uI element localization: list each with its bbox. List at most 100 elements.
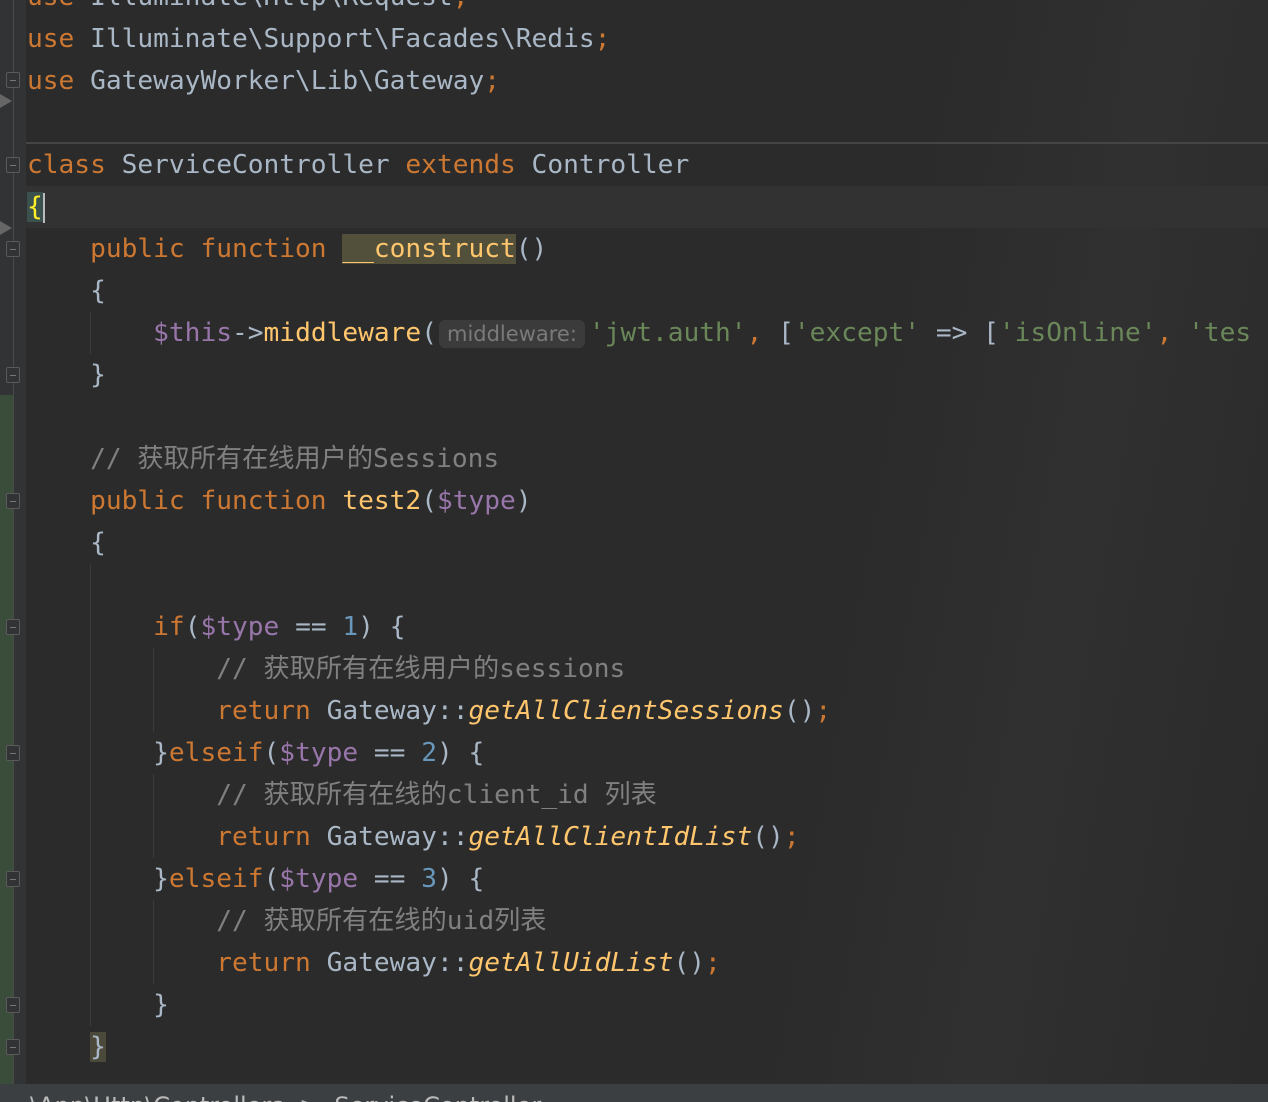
- code-line[interactable]: {: [27, 186, 1251, 228]
- code-token: 'jwt.auth': [588, 318, 747, 348]
- code-token: Gateway::: [326, 822, 469, 852]
- code-token: elseif: [168, 864, 264, 894]
- code-line[interactable]: // 获取所有在线用户的sessions: [27, 648, 1251, 690]
- code-line[interactable]: use GatewayWorker\Lib\Gateway;: [27, 60, 1251, 102]
- code-line[interactable]: return Gateway::getAllClientIdList();: [27, 816, 1251, 858]
- fold-icon[interactable]: [6, 619, 20, 635]
- code-token: public function: [90, 234, 343, 264]
- fold-icon[interactable]: [6, 493, 20, 509]
- code-token: {: [27, 192, 43, 222]
- code-token: // 获取所有在线用户的Sessions: [27, 444, 500, 474]
- code-line[interactable]: [27, 564, 1251, 606]
- fold-icon[interactable]: [6, 157, 20, 173]
- code-line[interactable]: [27, 102, 1251, 144]
- code-token: ==: [358, 864, 422, 894]
- code-token: $type: [200, 612, 280, 642]
- code-token: $type: [279, 738, 359, 768]
- code-lines[interactable]: use Illuminate\Http\Request;use Illumina…: [27, 0, 1251, 1068]
- code-line[interactable]: public function __construct(): [27, 228, 1251, 270]
- code-token: return: [216, 822, 327, 852]
- code-line[interactable]: class ServiceController extends Controll…: [27, 144, 1251, 186]
- code-line[interactable]: {: [27, 270, 1251, 312]
- code-token: ==: [279, 612, 343, 642]
- code-line[interactable]: if($type == 1) {: [27, 606, 1251, 648]
- code-token: (): [783, 696, 816, 726]
- code-token: getAllClientIdList: [468, 822, 753, 852]
- code-token: 3: [421, 864, 437, 894]
- fold-icon[interactable]: [6, 745, 20, 761]
- code-token: GatewayWorker\Lib\Gateway: [90, 66, 485, 96]
- code-token: 1: [342, 612, 359, 642]
- code-line[interactable]: use Illuminate\Support\Facades\Redis;: [27, 18, 1251, 60]
- fold-icon[interactable]: [6, 72, 20, 88]
- code-line[interactable]: }: [27, 984, 1251, 1026]
- code-line[interactable]: return Gateway::getAllClientSessions();: [27, 690, 1251, 732]
- code-token: Illuminate\Support\Facades\Redis: [90, 24, 595, 54]
- code-token: getAllUidList: [468, 948, 674, 978]
- code-token: use: [27, 0, 90, 12]
- code-token: {: [27, 276, 106, 306]
- code-line[interactable]: $this->middleware(middleware:'jwt.auth',…: [27, 312, 1251, 354]
- code-token: Illuminate\Http\Request: [90, 0, 453, 12]
- gutter: [0, 0, 26, 1084]
- code-token: if: [153, 612, 185, 642]
- code-token: ) {: [358, 612, 406, 642]
- code-line[interactable]: [27, 396, 1251, 438]
- code-token: }: [27, 990, 169, 1020]
- code-token: 2: [421, 738, 437, 768]
- fold-icon[interactable]: [6, 241, 20, 257]
- code-token: // 获取所有在线用户的sessions: [27, 654, 626, 684]
- code-token: $type: [279, 864, 359, 894]
- parameter-hint: middleware:: [438, 320, 585, 348]
- code-line[interactable]: }: [27, 354, 1251, 396]
- code-token: 'tes: [1188, 318, 1252, 348]
- fold-icon[interactable]: [6, 1039, 20, 1055]
- code-token: ServiceController: [121, 150, 406, 180]
- code-token: 'isOnline': [998, 318, 1157, 348]
- code-token: {: [27, 528, 106, 558]
- code-token: return: [216, 696, 327, 726]
- code-token: }: [27, 360, 106, 390]
- code-token: ->: [231, 318, 264, 348]
- code-token: ) {: [437, 864, 485, 894]
- code-token: }: [27, 864, 169, 894]
- code-editor[interactable]: use Illuminate\Http\Request;use Illumina…: [0, 0, 1268, 1084]
- code-line[interactable]: // 获取所有在线的client_id 列表: [27, 774, 1251, 816]
- code-token: [: [778, 318, 794, 348]
- code-token: return: [216, 948, 327, 978]
- code-token: 'except': [793, 318, 921, 348]
- code-line[interactable]: {: [27, 522, 1251, 564]
- breadcrumb-bar: \App\Http\Controllers > ServiceControlle…: [0, 1084, 1268, 1102]
- code-token: }: [90, 1032, 106, 1062]
- code-token: use: [27, 24, 91, 54]
- code-token: => [: [920, 318, 999, 348]
- code-token: ;: [783, 822, 800, 852]
- fold-icon[interactable]: [6, 871, 20, 887]
- code-line[interactable]: return Gateway::getAllUidList();: [27, 942, 1251, 984]
- code-token: // 获取所有在线的uid列表: [27, 906, 547, 936]
- code-token: Gateway::: [326, 948, 469, 978]
- code-token: __construct: [342, 234, 516, 264]
- code-token: (): [515, 234, 548, 264]
- code-line[interactable]: }elseif($type == 3) {: [27, 858, 1251, 900]
- code-token: public function: [90, 486, 343, 516]
- code-token: middleware: [263, 318, 422, 348]
- code-line[interactable]: }: [27, 1026, 1251, 1068]
- code-token: (: [263, 864, 280, 894]
- code-line[interactable]: use Illuminate\Http\Request;: [27, 0, 1251, 18]
- code-line[interactable]: // 获取所有在线用户的Sessions: [27, 438, 1251, 480]
- code-line[interactable]: public function test2($type): [27, 480, 1251, 522]
- code-line[interactable]: }elseif($type == 2) {: [27, 732, 1251, 774]
- breakpoint-arrow-icon: [0, 221, 12, 235]
- breadcrumb[interactable]: \App\Http\Controllers > ServiceControlle…: [30, 1092, 541, 1102]
- code-line[interactable]: // 获取所有在线的uid列表: [27, 900, 1251, 942]
- code-token: (: [263, 738, 280, 768]
- code-token: ): [515, 486, 532, 516]
- fold-icon[interactable]: [6, 997, 20, 1013]
- fold-icon[interactable]: [6, 367, 20, 383]
- code-token: $type: [436, 486, 516, 516]
- code-token: ;: [815, 696, 832, 726]
